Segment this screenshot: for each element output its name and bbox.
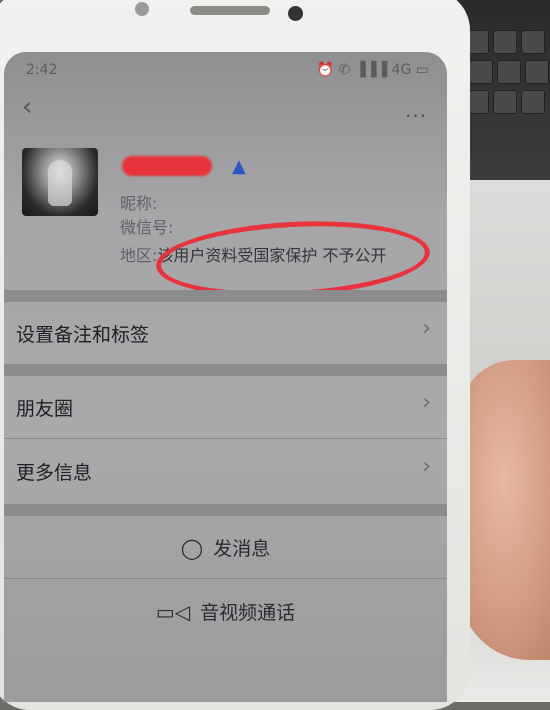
sensor [135,2,149,16]
chat-bubble-icon: ◯ [180,536,204,560]
row-label: 朋友圈 [16,398,74,420]
row-separator [4,438,447,439]
section-divider [4,504,447,516]
moments-row[interactable]: 朋友圈 › [4,376,447,438]
more-options-icon[interactable]: ··· [405,104,427,128]
earpiece-speaker [190,6,270,15]
chevron-right-icon: › [422,390,431,415]
avatar-figure [48,160,72,206]
row-separator [4,578,447,579]
front-camera [288,6,303,21]
status-time: 2:42 [26,62,58,78]
row-label: 设置备注和标签 [16,324,150,346]
wechat-id-label: 微信号: [120,218,174,237]
chevron-right-icon: › [422,316,431,341]
section-divider [4,364,447,376]
nickname-label: 昵称: [120,194,158,213]
avatar[interactable] [22,148,98,216]
status-bar: 2:42 ⏰ ✆ ▐▐▐ 4G ▭ [4,62,447,82]
section-divider [4,290,447,302]
row-label: 更多信息 [16,462,93,484]
video-call-button[interactable]: ▭◁ 音视频通话 [4,586,447,638]
send-message-button[interactable]: ◯ 发消息 [4,522,447,574]
name-redaction-mark [122,156,212,176]
finger [460,360,550,660]
more-info-row[interactable]: 更多信息 › [4,440,447,502]
set-remark-and-tags-row[interactable]: 设置备注和标签 › [4,302,447,364]
chevron-right-icon: › [422,454,431,479]
video-camera-icon: ▭◁ [155,600,191,624]
gender-icon: ▲ [232,156,246,177]
region-label: 地区: [120,246,158,265]
status-icons: ⏰ ✆ ▐▐▐ 4G ▭ [316,62,429,78]
video-call-label: 音视频通话 [200,602,296,624]
send-message-label: 发消息 [213,538,271,560]
back-arrow-icon[interactable]: ‹ [22,92,32,122]
phone-screen: 2:42 ⏰ ✆ ▐▐▐ 4G ▭ ‹ ··· ▲ 昵称: 微信号: 地区:该用… [4,52,447,702]
